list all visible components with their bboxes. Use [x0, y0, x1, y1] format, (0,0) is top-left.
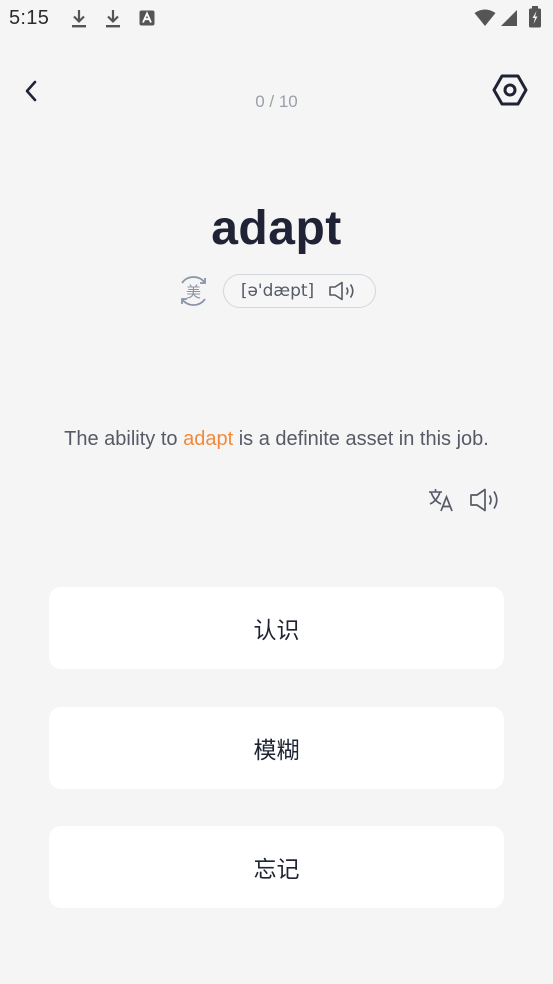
vocabulary-word: adapt [211, 202, 342, 255]
download-icon [106, 10, 120, 28]
accent-switch-icon[interactable]: 美 [176, 274, 211, 308]
status-bar: 5:15 [0, 0, 553, 36]
example-sentence: The ability to adapt is a definite asset… [0, 428, 553, 451]
signal-icon [501, 10, 517, 26]
sentence-speaker-icon[interactable] [468, 486, 502, 514]
status-time: 5:15 [9, 7, 50, 29]
sentence-after: is a definite asset in this job. [233, 428, 489, 450]
wifi-icon [474, 9, 496, 26]
text-app-icon [139, 10, 155, 26]
know-button[interactable]: 认识 [49, 587, 504, 669]
pronounce-word-button[interactable]: [ə'dæpt] [223, 274, 376, 308]
phonetic-text: [ə'dæpt] [240, 281, 315, 301]
accent-label: 美 [186, 283, 201, 301]
sentence-highlight: adapt [183, 428, 234, 450]
settings-button[interactable] [490, 71, 530, 109]
word-review-screen: 5:15 0 / 10 adapt 美 [ə'dæpt] The ability… [0, 0, 553, 984]
progress-counter: 0 / 10 [255, 92, 298, 111]
translate-icon[interactable] [426, 487, 456, 513]
speaker-icon [329, 281, 354, 301]
forget-button[interactable]: 忘记 [49, 826, 504, 908]
hexagon-settings-icon [492, 74, 528, 106]
download-icon [72, 10, 86, 28]
sentence-before: The ability to [64, 428, 184, 450]
battery-charging-icon [529, 6, 541, 28]
vague-button[interactable]: 模糊 [49, 707, 504, 789]
